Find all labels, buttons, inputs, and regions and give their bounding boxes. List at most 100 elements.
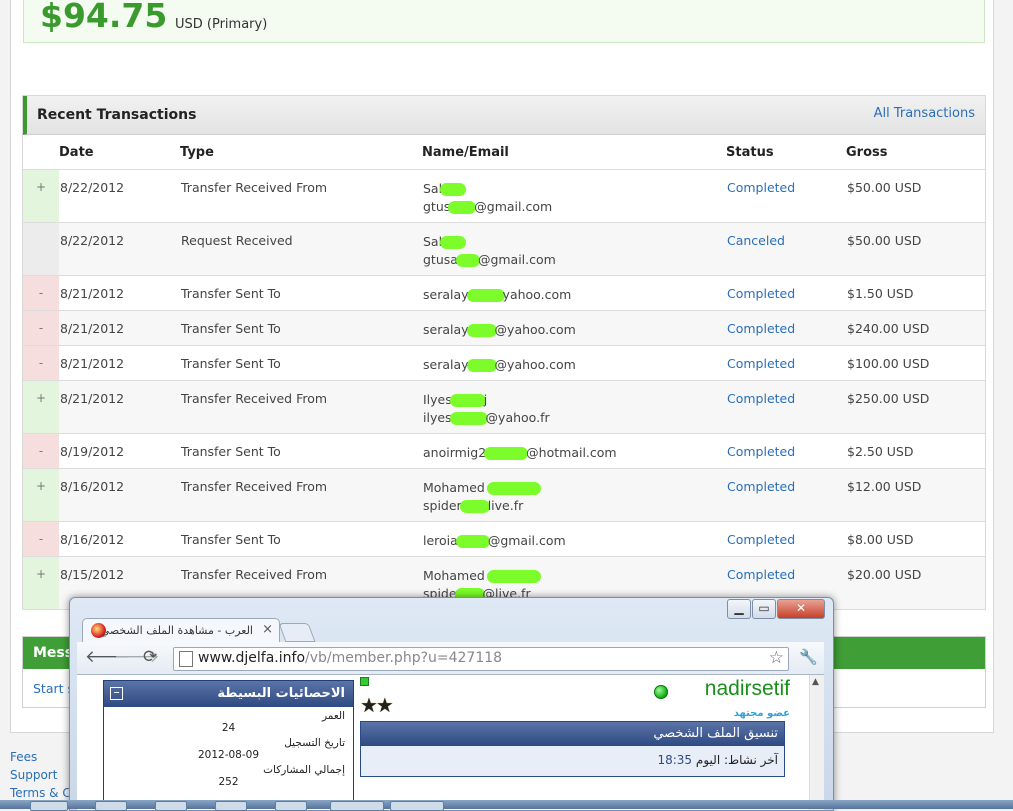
status-link[interactable]: Canceled xyxy=(727,233,785,248)
status-link[interactable]: Completed xyxy=(727,286,795,301)
taskbar-item[interactable] xyxy=(30,801,68,811)
close-window-button[interactable]: ✕ xyxy=(777,599,825,619)
user-rank: عضو مجتهد xyxy=(733,708,790,719)
bookmark-star-icon[interactable]: ☆ xyxy=(769,648,784,668)
censor-mark xyxy=(466,359,497,372)
email-text: seralay xyxy=(423,287,469,302)
table-row[interactable]: - 8/16/2012 Transfer Sent To leroia @gmai… xyxy=(23,521,985,557)
taskbar-item[interactable] xyxy=(155,801,187,811)
status-link[interactable]: Completed xyxy=(727,444,795,459)
row-status: Completed xyxy=(726,380,846,434)
table-row[interactable]: - 8/21/2012 Transfer Sent To seralay yaho… xyxy=(23,275,985,311)
censor-mark xyxy=(448,201,477,214)
row-date: 8/19/2012 xyxy=(59,433,180,469)
last-activity-time: 18:35 xyxy=(657,753,693,767)
maximize-button[interactable]: ▭ xyxy=(752,599,776,619)
edit-profile-button[interactable]: تنسيق الملف الشخصي xyxy=(361,722,784,746)
status-link[interactable]: Completed xyxy=(727,479,795,494)
row-name: Sal gtus @gmail.com xyxy=(422,169,726,223)
tab-close-icon[interactable]: × xyxy=(262,622,273,637)
table-row[interactable]: - 8/19/2012 Transfer Sent To anoirmig2 @h… xyxy=(23,433,985,469)
tab-title: العرب - مشاهدة الملف الشخصي xyxy=(103,624,253,637)
row-status: Completed xyxy=(726,468,846,522)
table-row[interactable]: - 8/21/2012 Transfer Sent To seralay @yah… xyxy=(23,345,985,381)
email-domain: @hotmail.com xyxy=(526,445,617,460)
row-type: Transfer Sent To xyxy=(180,275,422,311)
status-link[interactable]: Completed xyxy=(727,567,795,582)
email-text: gtusa xyxy=(423,252,458,267)
status-link[interactable]: Completed xyxy=(727,532,795,547)
rank-stars-icon: ★★ xyxy=(360,693,394,717)
row-name: Mohamed spider live.fr xyxy=(422,468,726,522)
row-sign: - xyxy=(23,275,59,311)
new-tab-button[interactable] xyxy=(278,623,316,642)
censor-mark xyxy=(466,324,497,337)
table-row[interactable]: + 8/22/2012 Transfer Received From Sal g… xyxy=(23,169,985,223)
table-row[interactable]: + 8/21/2012 Transfer Received From Ilyes… xyxy=(23,380,985,434)
url-host: www.djelfa.info xyxy=(198,650,306,666)
fees-link[interactable]: Fees xyxy=(10,748,78,766)
taskbar-item[interactable] xyxy=(215,801,247,811)
profile-section: ★★ nadirsetif عضو مجتهد تنسيق الملف الشخ… xyxy=(360,675,790,810)
row-gross: $50.00 USD xyxy=(846,169,985,223)
row-sign: + xyxy=(23,556,59,610)
stat-join-date: تاريخ التسجيل 2012-08-09 xyxy=(197,737,345,761)
table-row[interactable]: 8/22/2012 Request Received Sal gtusa @gma… xyxy=(23,222,985,276)
taskbar-item[interactable] xyxy=(330,801,384,811)
email-text: ilyes xyxy=(423,410,452,425)
collapse-icon[interactable]: − xyxy=(110,687,123,700)
balance-currency: USD (Primary) xyxy=(175,17,268,32)
stats-header: الاحصائيات البسيطة − xyxy=(104,681,353,707)
email-text: gtus xyxy=(423,199,451,214)
name-text: Mohamed xyxy=(423,568,485,583)
row-status: Canceled xyxy=(726,222,846,276)
status-link[interactable]: Completed xyxy=(727,391,795,406)
censor-mark xyxy=(486,482,541,495)
email-text: seralay xyxy=(423,322,469,337)
status-link[interactable]: Completed xyxy=(727,321,795,336)
scroll-up-icon[interactable]: ▲ xyxy=(812,677,819,687)
support-link[interactable]: Support xyxy=(10,766,78,784)
reload-icon[interactable]: ⟳ xyxy=(143,647,157,667)
url-path: /vb/member.php?u=427118 xyxy=(305,650,503,666)
stat-age: العمر 24 xyxy=(221,710,345,734)
row-type: Transfer Received From xyxy=(180,468,422,522)
status-link[interactable]: Completed xyxy=(727,180,795,195)
taskbar-item[interactable] xyxy=(390,801,444,811)
name-text: Ilyes xyxy=(423,392,452,407)
row-gross: $8.00 USD xyxy=(846,521,985,557)
row-date: 8/22/2012 xyxy=(59,222,180,276)
row-name: leroia @gmail.com xyxy=(422,521,726,557)
start-link[interactable]: Start s xyxy=(33,681,74,696)
row-date: 8/16/2012 xyxy=(59,521,180,557)
status-column-header[interactable]: Status xyxy=(726,135,846,170)
type-column-header[interactable]: Type xyxy=(180,135,422,170)
row-sign: + xyxy=(23,169,59,223)
censor-mark xyxy=(440,183,467,196)
row-sign: + xyxy=(23,468,59,522)
row-type: Request Received xyxy=(180,222,422,276)
all-transactions-link[interactable]: All Transactions xyxy=(874,106,975,121)
address-bar[interactable]: www.djelfa.info/vb/member.php?u=427118 ☆ xyxy=(173,647,789,671)
row-date: 8/21/2012 xyxy=(59,380,180,434)
row-sign: - xyxy=(23,521,59,557)
email-domain: @yahoo.fr xyxy=(485,410,550,425)
table-row[interactable]: + 8/16/2012 Transfer Received From Moham… xyxy=(23,468,985,522)
vertical-scrollbar[interactable]: ▲ xyxy=(809,675,824,810)
taskbar-item[interactable] xyxy=(95,801,127,811)
date-column-header[interactable]: Date xyxy=(59,135,180,170)
status-link[interactable]: Completed xyxy=(727,356,795,371)
row-name: seralay @yahoo.com xyxy=(422,345,726,381)
minimize-button[interactable]: ▁ xyxy=(727,599,751,619)
row-type: Transfer Sent To xyxy=(180,433,422,469)
browser-tab[interactable]: العرب - مشاهدة الملف الشخصي × xyxy=(82,618,280,643)
taskbar-item[interactable] xyxy=(275,801,307,811)
table-row[interactable]: - 8/21/2012 Transfer Sent To seralay @yah… xyxy=(23,310,985,346)
row-name: Ilyes j ilyes @yahoo.fr xyxy=(422,380,726,434)
row-date: 8/21/2012 xyxy=(59,310,180,346)
gross-column-header[interactable]: Gross xyxy=(846,135,985,170)
name-column-header[interactable]: Name/Email xyxy=(422,135,726,170)
row-name: seralay @yahoo.com xyxy=(422,310,726,346)
transactions-table: Date Type Name/Email Status Gross + 8/22… xyxy=(23,135,985,610)
wrench-icon[interactable]: 🔧 xyxy=(799,648,818,666)
